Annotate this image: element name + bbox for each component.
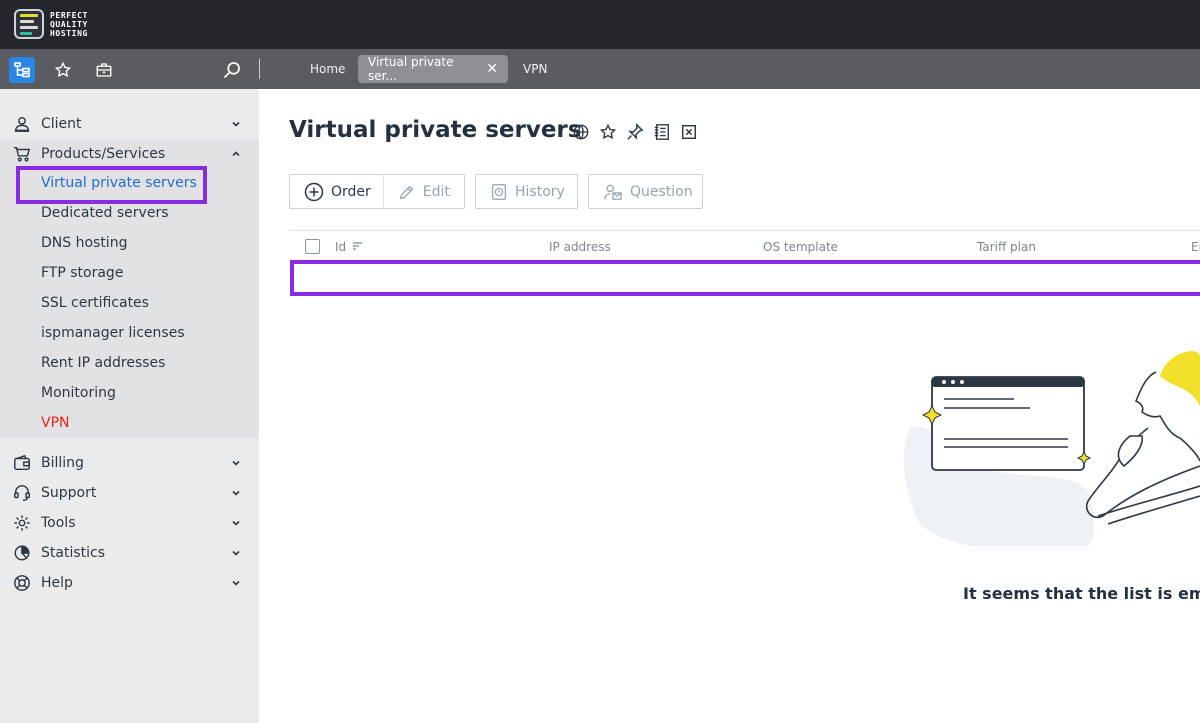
sidebar-item-client-label: Client [41, 116, 82, 132]
highlight-frame-vps-menu [16, 166, 207, 204]
sidebar: Client Products/Services Virtual private… [0, 89, 259, 723]
sidebar-subitem-monitoring[interactable]: Monitoring [41, 383, 116, 403]
chevron-down-icon [232, 490, 240, 496]
sidebar-item-statistics-label: Statistics [41, 545, 105, 561]
gear-icon [14, 515, 30, 531]
title-actions [572, 123, 698, 141]
pie-chart-icon [14, 545, 30, 561]
sidebar-item-products-services-label: Products/Services [41, 146, 166, 162]
sidebar-subitem-vpn[interactable]: VPN [41, 413, 70, 433]
question-button[interactable]: Question [588, 174, 703, 209]
sidebar-subitem-dns-hosting[interactable]: DNS hosting [41, 233, 127, 253]
history-button-inner: History [476, 175, 577, 208]
close-tab-icon[interactable]: ✕ [486, 61, 498, 77]
chevron-up-icon [232, 151, 240, 157]
order-edit-group: Order Edit [289, 174, 465, 209]
edit-button[interactable]: Edit [384, 175, 462, 208]
brand-line-1: PERFECT [50, 10, 88, 20]
favorites-button[interactable] [50, 57, 76, 83]
question-button-inner: Question [589, 175, 705, 208]
briefcase-icon [96, 63, 112, 77]
history-icon [492, 183, 506, 200]
page-title: Virtual private servers [289, 117, 582, 143]
select-all-checkbox[interactable] [305, 239, 320, 254]
pencil-icon [399, 185, 414, 199]
favorite-star-icon[interactable] [599, 123, 617, 141]
column-tariff-plan[interactable]: Tariff plan [977, 240, 1036, 254]
sidebar-item-tools[interactable]: Tools [0, 508, 259, 538]
table-header: Id IP address OS template Tariff plan Er [289, 230, 1200, 262]
sidebar-subitem-dedicated-servers[interactable]: Dedicated servers [41, 203, 169, 223]
sidebar-item-statistics[interactable]: Statistics [0, 538, 259, 568]
toolbar-divider [259, 59, 260, 79]
sidebar-subitem-ispmanager-licenses[interactable]: ispmanager licenses [41, 323, 185, 343]
support-question-icon [604, 184, 622, 200]
chevron-down-icon [232, 550, 240, 556]
sidebar-item-billing-label: Billing [41, 455, 84, 471]
brand-line-3: HOSTING [50, 28, 88, 38]
sidebar-item-products-services[interactable]: Products/Services [0, 139, 259, 169]
lifebuoy-icon [14, 575, 30, 591]
column-os-template[interactable]: OS template [763, 240, 838, 254]
chevron-down-icon [232, 520, 240, 526]
search-button[interactable] [219, 57, 245, 83]
plus-circle-icon [304, 182, 324, 201]
column-id-label: Id [335, 240, 347, 254]
globe-icon[interactable] [572, 123, 590, 141]
history-button-label: History [515, 183, 565, 200]
tab-vpn-label: VPN [523, 62, 548, 76]
app-header: PERFECT QUALITY HOSTING [0, 0, 1200, 49]
sidebar-item-support[interactable]: Support [0, 478, 259, 508]
tab-home[interactable]: Home [300, 55, 355, 83]
export-excel-icon[interactable] [680, 123, 698, 141]
empty-list-message: It seems that the list is empt [963, 584, 1200, 603]
column-id[interactable]: Id [335, 240, 363, 254]
brand-logo[interactable]: PERFECT QUALITY HOSTING [14, 9, 88, 39]
tab-virtual-private-servers[interactable]: Virtual private ser... ✕ [358, 55, 508, 83]
menu-tree-icon [14, 62, 30, 78]
order-button-label: Order [331, 183, 371, 200]
sidebar-subitem-ftp-storage[interactable]: FTP storage [41, 263, 123, 283]
highlight-frame-table-row [290, 260, 1200, 296]
order-button[interactable]: Order [290, 175, 384, 208]
column-ip-address[interactable]: IP address [549, 240, 611, 254]
sidebar-item-billing[interactable]: Billing [0, 448, 259, 478]
chevron-down-icon [232, 580, 240, 586]
question-button-label: Question [630, 183, 693, 200]
sidebar-item-client[interactable]: Client [0, 109, 259, 139]
sidebar-subitem-ssl-certificates[interactable]: SSL certificates [41, 293, 149, 313]
sidebar-item-help[interactable]: Help [0, 568, 259, 598]
sidebar-subitem-rent-ip-addresses[interactable]: Rent IP addresses [41, 353, 165, 373]
logo-badge [14, 9, 44, 39]
tab-home-label: Home [310, 62, 346, 76]
brand-line-2: QUALITY [50, 19, 88, 29]
sidebar-item-help-label: Help [41, 575, 73, 591]
menu-tree-button[interactable] [9, 57, 35, 83]
star-icon [54, 61, 72, 78]
empty-list-illustration [903, 351, 1200, 546]
history-button[interactable]: History [475, 174, 578, 209]
chevron-down-icon [232, 460, 240, 466]
briefcase-button[interactable] [91, 57, 117, 83]
column-expiration[interactable]: Er [1191, 240, 1200, 254]
search-icon [223, 62, 240, 79]
chevron-down-icon [232, 121, 240, 127]
sidebar-item-tools-label: Tools [41, 515, 76, 531]
brand-name: PERFECT QUALITY HOSTING [50, 11, 88, 38]
user-icon [14, 116, 30, 132]
tab-vps-label: Virtual private ser... [368, 55, 454, 83]
pin-icon[interactable] [626, 123, 644, 141]
tab-vpn[interactable]: VPN [513, 55, 557, 83]
sort-icon[interactable] [352, 241, 363, 251]
wallet-icon [14, 454, 30, 471]
edit-button-label: Edit [422, 183, 450, 200]
cart-icon [13, 146, 31, 162]
sidebar-item-support-label: Support [41, 485, 97, 501]
headset-icon [14, 485, 30, 501]
notebook-icon[interactable] [653, 123, 671, 141]
toolbar: Home Virtual private ser... ✕ VPN [0, 49, 1200, 89]
